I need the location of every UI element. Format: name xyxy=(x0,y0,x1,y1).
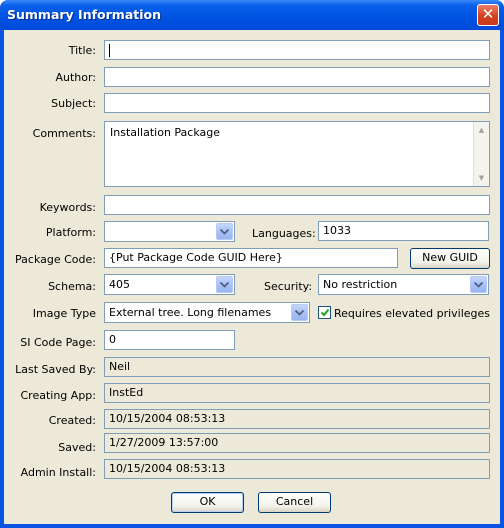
title-input[interactable] xyxy=(104,40,490,60)
platform-label: Platform: xyxy=(45,226,96,239)
comments-text: Installation Package xyxy=(110,126,221,139)
subject-label: Subject: xyxy=(51,97,96,110)
last-saved-by-label: Last Saved By: xyxy=(15,363,96,376)
elevated-privileges-checkbox[interactable] xyxy=(318,306,331,319)
title-bar[interactable]: Summary Information ✕ xyxy=(0,0,504,30)
security-dropdown-button[interactable] xyxy=(470,276,487,293)
image-type-label: Image Type xyxy=(32,307,96,320)
creating-app-field: InstEd xyxy=(104,383,490,403)
title-label: Title: xyxy=(68,44,96,57)
created-label: Created: xyxy=(48,414,96,427)
new-guid-button[interactable]: New GUID xyxy=(410,248,490,269)
checkmark-icon xyxy=(320,308,330,317)
chevron-down-icon xyxy=(220,229,229,235)
elevated-privileges-label[interactable]: Requires elevated privileges xyxy=(334,307,490,320)
subject-input[interactable] xyxy=(104,93,490,113)
package-code-label: Package Code: xyxy=(15,253,96,266)
schema-label: Schema: xyxy=(48,280,96,293)
last-saved-by-field: Neil xyxy=(104,357,490,377)
author-label: Author: xyxy=(55,71,96,84)
platform-dropdown-button[interactable] xyxy=(216,223,233,240)
admin-install-field: 10/15/2004 08:53:13 xyxy=(104,459,490,479)
dialog-body: Title: Author: Subject: Comments: Instal… xyxy=(4,30,500,524)
saved-label: Saved: xyxy=(58,441,96,454)
security-select[interactable]: No restriction xyxy=(318,274,489,295)
text-cursor xyxy=(109,43,110,57)
comments-label: Comments: xyxy=(32,127,96,140)
keywords-input[interactable] xyxy=(104,195,490,215)
close-icon: ✕ xyxy=(481,5,495,23)
package-code-input[interactable]: {Put Package Code GUID Here} xyxy=(104,248,398,268)
comments-textarea[interactable]: Installation Package ▲ ▼ xyxy=(104,121,490,187)
languages-label: Languages: xyxy=(252,227,316,240)
scroll-down-icon[interactable]: ▼ xyxy=(474,170,489,186)
comments-scrollbar[interactable]: ▲ ▼ xyxy=(473,122,489,186)
cancel-button[interactable]: Cancel xyxy=(258,492,331,513)
admin-install-label: Admin Install: xyxy=(20,466,96,479)
creating-app-label: Creating App: xyxy=(20,389,97,402)
ok-button[interactable]: OK xyxy=(171,492,244,513)
author-input[interactable] xyxy=(104,67,490,87)
si-code-page-input[interactable]: 0 xyxy=(104,330,235,350)
scroll-up-icon[interactable]: ▲ xyxy=(474,122,489,138)
keywords-label: Keywords: xyxy=(39,201,96,214)
image-type-select[interactable]: External tree. Long filenames xyxy=(104,302,310,323)
chevron-down-icon xyxy=(220,282,229,288)
security-label: Security: xyxy=(264,280,313,293)
chevron-down-icon xyxy=(295,310,304,316)
dialog-window: Summary Information ✕ Title: Author: Sub… xyxy=(0,0,504,528)
created-field: 10/15/2004 08:53:13 xyxy=(104,409,490,429)
platform-select[interactable] xyxy=(104,221,235,242)
schema-select[interactable]: 405 xyxy=(104,274,235,295)
window-title: Summary Information xyxy=(7,7,161,22)
si-code-page-label: SI Code Page: xyxy=(20,336,96,349)
languages-input[interactable]: 1033 xyxy=(318,221,489,241)
image-type-dropdown-button[interactable] xyxy=(291,304,308,321)
schema-dropdown-button[interactable] xyxy=(216,276,233,293)
saved-field: 1/27/2009 13:57:00 xyxy=(104,433,490,453)
chevron-down-icon xyxy=(474,282,483,288)
close-button[interactable]: ✕ xyxy=(477,4,499,26)
